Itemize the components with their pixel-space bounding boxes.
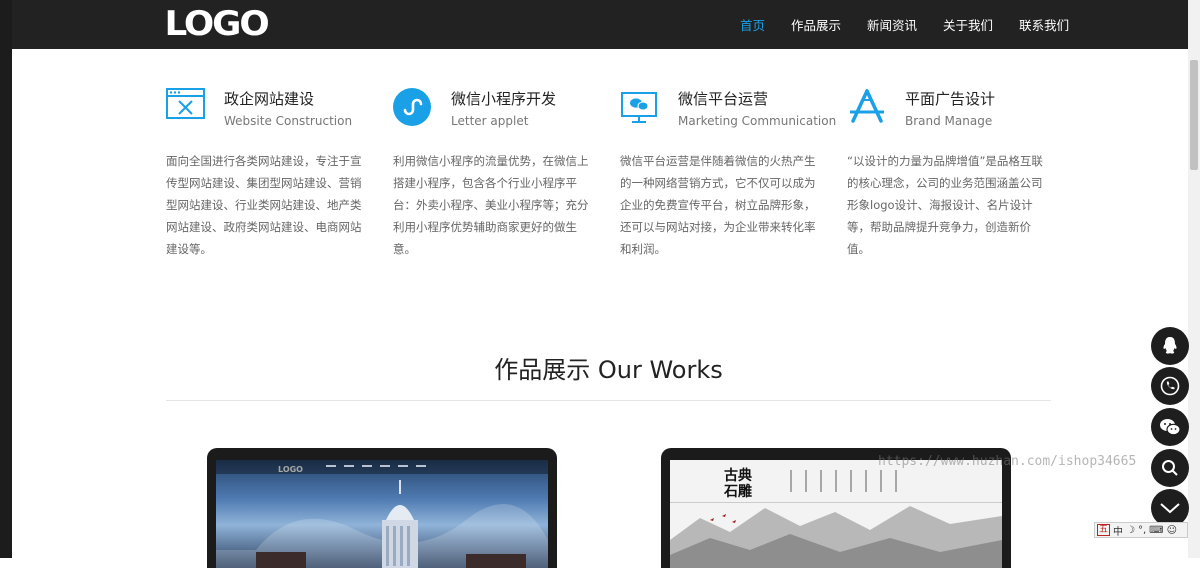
nav-works[interactable]: 作品展示 — [791, 15, 841, 34]
watermark: https://www.huzhan.com/ishop34665 — [878, 454, 1137, 469]
phone-icon — [1160, 376, 1180, 396]
ime-toolbar[interactable]: 五 中 ☽ °, ⌨ ☺ — [1094, 522, 1188, 538]
works-section-title: 作品展示 Our Works — [494, 356, 723, 384]
ime-user-icon[interactable]: ☺ — [1167, 525, 1177, 536]
work-item[interactable]: LOGO — [207, 448, 557, 568]
ime-moon-icon[interactable]: ☽ — [1126, 525, 1135, 536]
service-title: 微信平台运营 — [678, 90, 769, 108]
service-title: 微信小程序开发 — [451, 90, 557, 108]
wechat-platform-icon — [620, 88, 660, 128]
site-logo[interactable]: LOGO — [165, 6, 270, 42]
service-description: 微信平台运营是伴随着微信的火热产生的一种网络营销方式，它不仅可以成为企业的免费宣… — [620, 154, 816, 256]
ime-logo: 五 — [1097, 524, 1111, 536]
nav-contact[interactable]: 联系我们 — [1019, 15, 1069, 34]
service-description: 面向全国进行各类网站建设，专注于宣传型网站建设、集团型网站建设、营销型网站建设、… — [166, 154, 362, 256]
section-divider — [166, 400, 1051, 401]
site-header: LOGO 首页 作品展示 新闻资讯 关于我们 联系我们 — [12, 0, 1188, 49]
phone-button[interactable] — [1151, 367, 1189, 405]
scrollbar-thumb[interactable] — [1190, 60, 1198, 170]
main-nav: 首页 作品展示 新闻资讯 关于我们 联系我们 — [740, 0, 1069, 49]
page-scrollbar[interactable] — [1188, 0, 1200, 558]
work-screenshot[interactable]: 古典 石雕 — [670, 460, 1002, 568]
qq-icon — [1163, 337, 1177, 354]
search-icon — [1162, 460, 1178, 476]
mini-program-icon — [393, 88, 433, 128]
ime-mode[interactable]: 中 — [1113, 523, 1123, 538]
nav-about[interactable]: 关于我们 — [943, 15, 993, 34]
website-construction-icon — [166, 88, 206, 128]
graphic-design-icon — [847, 88, 887, 128]
wechat-icon — [1160, 419, 1181, 436]
service-subtitle: Website Construction — [224, 114, 353, 128]
search-button[interactable] — [1151, 449, 1189, 487]
work-screenshot[interactable]: LOGO — [216, 460, 548, 568]
qq-button[interactable] — [1151, 327, 1189, 365]
service-subtitle: Brand Manage — [905, 114, 993, 128]
chevron-down-icon — [1160, 503, 1180, 514]
wechat-button[interactable] — [1151, 408, 1189, 446]
nav-home[interactable]: 首页 — [740, 15, 765, 34]
ime-punct-icon[interactable]: °, — [1138, 525, 1146, 536]
ime-keyboard-icon[interactable]: ⌨ — [1149, 525, 1163, 536]
service-title: 政企网站建设 — [224, 90, 315, 108]
service-description: 利用微信小程序的流量优势，在微信上搭建小程序，包含各个行业小程序平台：外卖小程序… — [393, 154, 589, 256]
service-title: 平面广告设计 — [905, 90, 996, 108]
service-subtitle: Marketing Communication — [678, 114, 837, 128]
service-subtitle: Letter applet — [451, 114, 529, 128]
nav-news[interactable]: 新闻资讯 — [867, 15, 917, 34]
left-gutter — [0, 0, 12, 558]
service-description: “以设计的力量为品牌增值”是品格互联的核心理念，公司的业务范围涵盖公司形象log… — [847, 154, 1043, 256]
